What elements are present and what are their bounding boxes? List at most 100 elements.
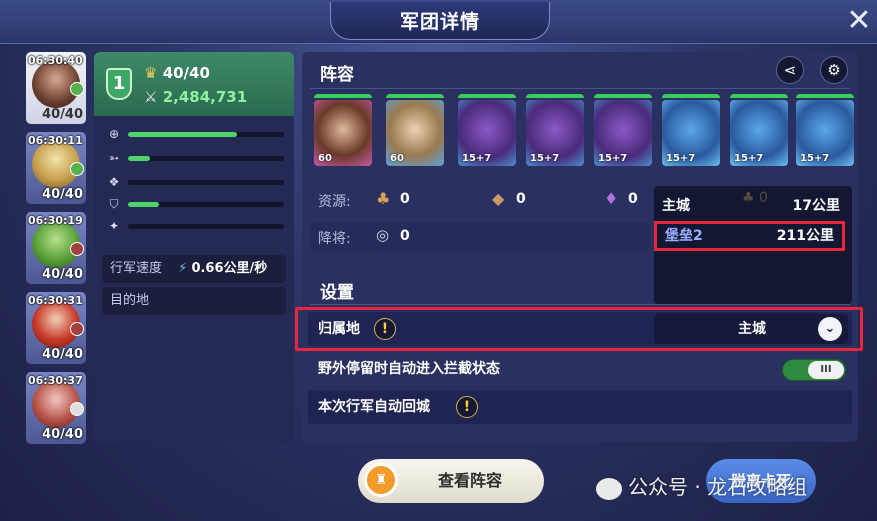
dragon-level: 15+7 (734, 153, 764, 164)
home-label: 归属地 (318, 321, 360, 337)
close-button[interactable]: ✕ (843, 6, 875, 38)
march-speed-row: 行军速度 ⚡ 0.66公里/秒 (102, 255, 286, 283)
speed-icon: ➳ (108, 151, 120, 165)
capacity-row: ♛ 40/40 (144, 64, 210, 82)
option-name: 堡垒2 (665, 228, 703, 244)
home-select[interactable]: 主城 ⌄ (654, 314, 848, 344)
power-row: ⚔ 2,484,731 (144, 88, 247, 106)
watermark-text: 公众号 · 龙石攻略组 (628, 475, 808, 499)
troop-timer: 06:30:37 (28, 374, 83, 387)
settings-title: 设置 (320, 283, 354, 303)
crystal-value: 0 (628, 191, 638, 207)
attack-bar-fill (128, 132, 238, 137)
dragon-slot-3[interactable]: 15+7 (594, 94, 652, 168)
troop-card-4[interactable]: 06:30:31 40/40 (26, 292, 86, 364)
status-badge (70, 82, 84, 96)
hero-level: 60 (390, 153, 404, 164)
march-speed-value: 0.66公里/秒 (191, 261, 268, 276)
auto-intercept-toggle[interactable]: III (782, 359, 846, 381)
troop-timer: 06:30:31 (28, 294, 83, 307)
troop-card-5[interactable]: 06:30:37 40/40 (26, 372, 86, 444)
dragon-level: 15+7 (800, 153, 830, 164)
ore-icon: ◆ (492, 189, 505, 208)
dropdown-option-main-city[interactable]: 主城 17公里 (654, 191, 848, 221)
divider (310, 88, 850, 89)
troop-count: 40/40 (42, 267, 83, 282)
capacity-value: 40/40 (162, 64, 210, 82)
defense-bar-fill (128, 202, 160, 207)
troop-icon: ♛ (144, 64, 158, 82)
window-title: 军团详情 (330, 2, 550, 40)
status-badge (70, 322, 84, 336)
home-row: 归属地 ! 主城 ⌄ (308, 312, 852, 346)
auto-intercept-row: 野外停留时自动进入拦截状态 III (308, 352, 852, 386)
troop-timer: 06:30:40 (28, 54, 83, 67)
dragon-slot-1[interactable]: 15+7 (458, 94, 516, 168)
speed-bar-fill (128, 156, 150, 161)
crystal-icon: ♦ (604, 189, 619, 208)
dragon-slot-6[interactable]: 15+7 (796, 94, 854, 168)
option-distance: 211公里 (776, 228, 834, 244)
status-badge (70, 242, 84, 256)
dragon-level: 15+7 (530, 153, 560, 164)
destination-row: 目的地 (102, 287, 286, 315)
toggle-knob: III (808, 361, 844, 379)
dragon-slot-5[interactable]: 15+7 (730, 94, 788, 168)
option-distance: 17公里 (792, 198, 840, 214)
surrender-row (310, 222, 650, 252)
lineup-title: 阵容 (320, 65, 354, 85)
stat-bar-magic: ✦ (106, 218, 286, 234)
dragon-slot-4[interactable]: 15+7 (662, 94, 720, 168)
troop-card-2[interactable]: 06:30:11 40/40 (26, 132, 86, 204)
stat-bar-wings: ❖ (106, 174, 286, 190)
dragon-level: 15+7 (666, 153, 696, 164)
troop-count: 40/40 (42, 427, 83, 442)
share-icon: ⋖ (783, 61, 797, 79)
chevron-down-icon[interactable]: ⌄ (818, 317, 842, 341)
dragon-slot-2[interactable]: 15+7 (526, 94, 584, 168)
view-lineup-button[interactable]: ♜ 查看阵容 (358, 459, 544, 503)
view-lineup-label: 查看阵容 (437, 471, 502, 490)
attack-icon: ⊕ (108, 127, 120, 141)
gear-icon: ⚙ (827, 61, 841, 79)
troop-card-1[interactable]: 06:30:40 40/40 (26, 52, 86, 124)
warning-icon[interactable]: ! (456, 396, 478, 418)
auto-return-label: 本次行军自动回城 (318, 399, 430, 415)
wechat-icon (596, 477, 622, 500)
hero-slot-2[interactable]: 60 (386, 94, 444, 168)
swords-icon: ⚔ (144, 88, 158, 106)
level-badge: 1 (106, 68, 132, 100)
hero-level: 60 (318, 153, 332, 164)
ring-icon: ◎ (376, 226, 390, 244)
troop-card-3[interactable]: 06:30:19 40/40 (26, 212, 86, 284)
divider (310, 304, 850, 305)
dragon-level: 15+7 (462, 153, 492, 164)
watermark: 公众号 · 龙石攻略组 (596, 471, 807, 501)
ore-value: 0 (516, 191, 526, 207)
troop-count: 40/40 (42, 347, 83, 362)
stat-bar-speed: ➳ (106, 150, 286, 166)
auto-return-row: 本次行军自动回城 ! (308, 390, 852, 424)
warning-icon[interactable]: ! (374, 318, 396, 340)
march-speed-label: 行军速度 (110, 261, 163, 276)
share-button[interactable]: ⋖ (776, 56, 804, 84)
dropdown-option-fortress-2[interactable]: 堡垒2 211公里 (654, 221, 845, 251)
troop-timer: 06:30:19 (28, 214, 83, 227)
lineup-icon: ♜ (364, 463, 398, 497)
destination-label: 目的地 (110, 293, 150, 308)
settings-button[interactable]: ⚙ (820, 56, 848, 84)
wood-icon: ♣ (376, 189, 391, 208)
wings-icon: ❖ (108, 175, 120, 189)
troop-count: 40/40 (42, 107, 83, 122)
status-badge (70, 402, 84, 416)
status-badge (70, 162, 84, 176)
stat-bar-attack: ⊕ (106, 126, 286, 142)
wood-value: 0 (400, 191, 410, 207)
defense-icon: ⛉ (109, 197, 119, 211)
lightning-icon: ⚡ (178, 261, 188, 276)
power-value: 2,484,731 (162, 88, 248, 106)
resources-label: 资源: (318, 194, 351, 210)
stat-bar-defense: ⛉ (106, 196, 286, 212)
auto-intercept-label: 野外停留时自动进入拦截状态 (318, 361, 500, 377)
hero-slot-1[interactable]: 60 (314, 94, 372, 168)
